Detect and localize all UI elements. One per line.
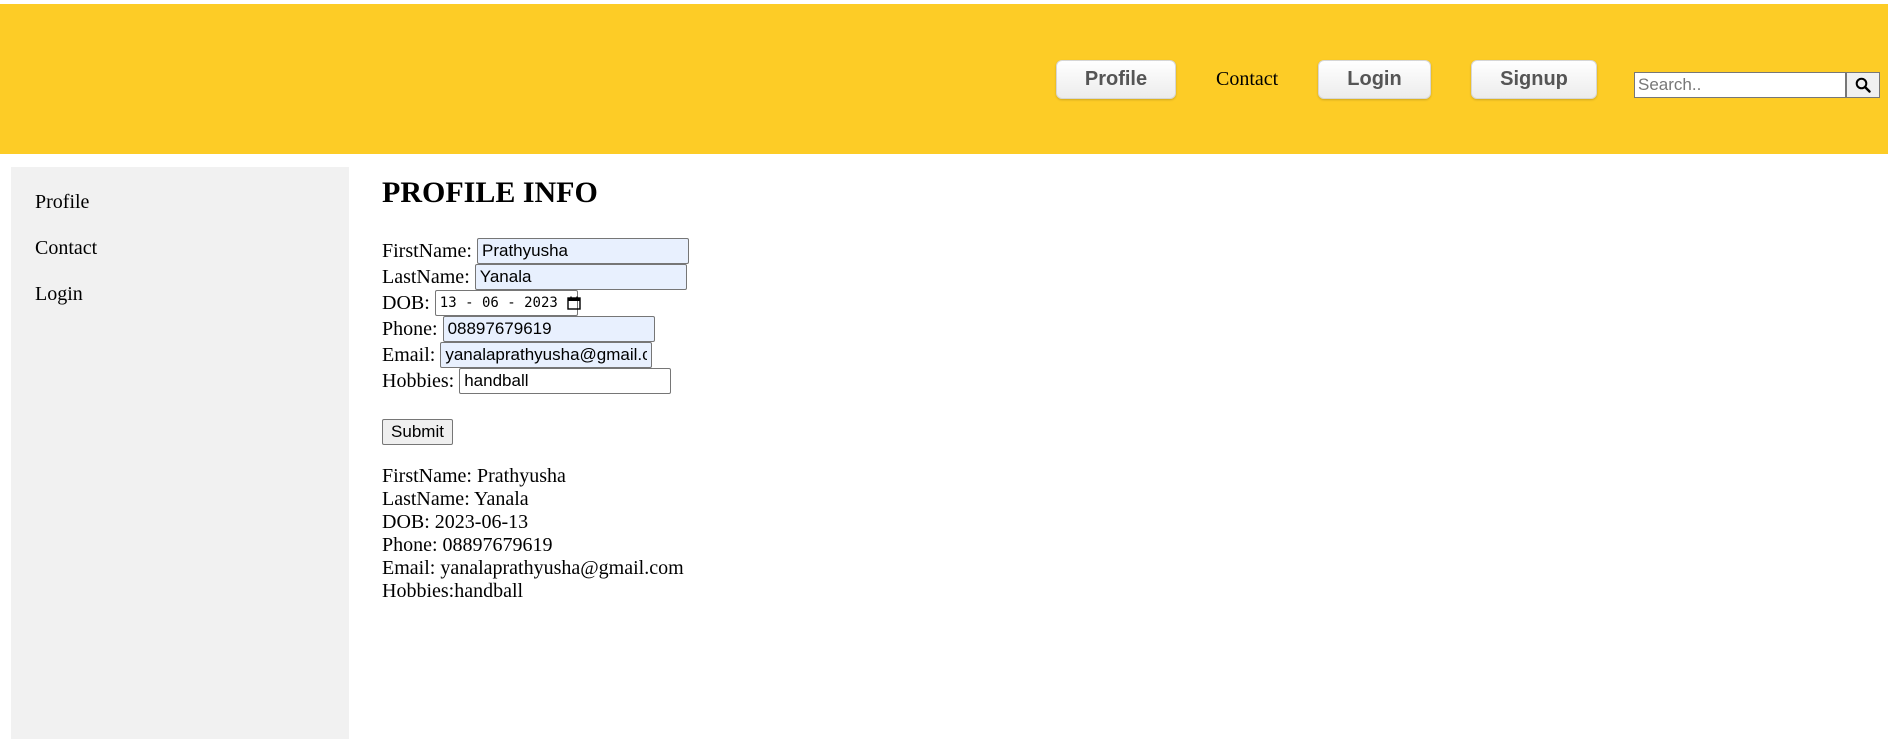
output-lastname: LastName: Yanala bbox=[382, 488, 529, 510]
top-header: Profile Contact Login Signup bbox=[0, 4, 1888, 154]
nav-contact-link[interactable]: Contact bbox=[1216, 60, 1278, 99]
phone-row: Phone: bbox=[382, 316, 655, 342]
lastname-label: LastName: bbox=[382, 265, 470, 288]
hobbies-row: Hobbies: bbox=[382, 368, 672, 394]
firstname-label: FirstName: bbox=[382, 239, 472, 262]
page-title: PROFILE INFO bbox=[382, 176, 598, 209]
firstname-field[interactable] bbox=[477, 238, 689, 264]
sidebar-item-profile[interactable]: Profile bbox=[35, 191, 89, 214]
output-hobbies: Hobbies:handball bbox=[382, 580, 524, 602]
nav-profile-button[interactable]: Profile bbox=[1056, 60, 1176, 99]
lastname-field[interactable] bbox=[474, 264, 687, 290]
output-dob: DOB: 2023-06-13 bbox=[382, 511, 529, 533]
output-email: Email: yanalaprathyusha@gmail.com bbox=[382, 557, 684, 579]
firstname-row: FirstName: bbox=[382, 238, 689, 264]
nav-signup-button[interactable]: Signup bbox=[1471, 60, 1597, 99]
email-field[interactable] bbox=[440, 342, 653, 368]
hobbies-label: Hobbies: bbox=[382, 369, 455, 392]
calendar-icon[interactable] bbox=[567, 296, 581, 310]
search-input[interactable] bbox=[1634, 72, 1846, 98]
search-icon bbox=[1855, 77, 1871, 93]
email-row: Email: bbox=[382, 342, 653, 368]
lastname-row: LastName: bbox=[382, 264, 687, 290]
nav-login-button[interactable]: Login bbox=[1318, 60, 1431, 99]
submit-button[interactable]: Submit bbox=[382, 419, 453, 445]
sidebar-item-contact[interactable]: Contact bbox=[35, 237, 97, 260]
output-firstname: FirstName: Prathyusha bbox=[382, 465, 566, 487]
phone-label: Phone: bbox=[382, 317, 438, 340]
sidebar-item-login[interactable]: Login bbox=[35, 283, 83, 306]
sidebar: Profile Contact Login bbox=[11, 167, 349, 739]
hobbies-field[interactable] bbox=[459, 368, 672, 394]
search-button[interactable] bbox=[1846, 72, 1880, 98]
dob-field[interactable]: 13 - 06 - 2023 bbox=[434, 290, 581, 316]
phone-field[interactable] bbox=[442, 316, 655, 342]
dob-value: 13 - 06 - 2023 bbox=[439, 295, 558, 311]
dob-row: DOB: 13 - 06 - 2023 bbox=[382, 290, 581, 316]
email-label: Email: bbox=[382, 343, 436, 366]
dob-label: DOB: bbox=[382, 291, 430, 314]
output-phone: Phone: 08897679619 bbox=[382, 534, 553, 556]
